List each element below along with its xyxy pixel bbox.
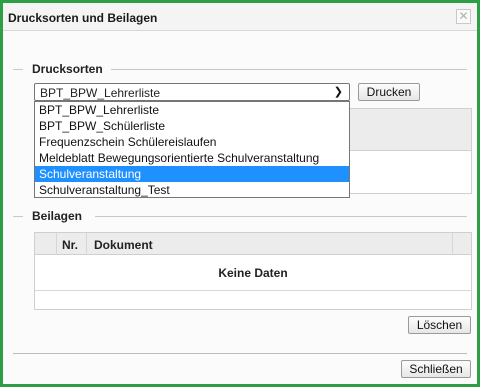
dropdown-option-highlighted[interactable]: Schulveranstaltung	[35, 166, 349, 182]
dialog-window: Drucksorten und Beilagen ✕ Drucksorten B…	[0, 0, 480, 387]
nr-column-label: Nr.	[62, 238, 79, 252]
beilagen-table-header: Nr. Dokument	[35, 233, 471, 255]
dialog-title: Drucksorten und Beilagen	[8, 11, 158, 25]
close-dialog-button[interactable]: Schließen	[401, 360, 471, 378]
dropdown-option[interactable]: Meldeblatt Bewegungsorientierte Schulver…	[35, 150, 349, 166]
close-icon[interactable]: ✕	[456, 9, 471, 24]
select-column-header	[35, 233, 57, 255]
chevron-down-icon: ❯	[333, 86, 343, 98]
empty-state-text: Keine Daten	[35, 255, 471, 291]
beilagen-legend-text: Beilagen	[32, 209, 83, 223]
beilagen-legend: Beilagen	[3, 209, 477, 223]
dokument-column-header[interactable]: Dokument	[87, 233, 453, 255]
nr-column-header[interactable]: Nr.	[57, 233, 87, 255]
drucksorten-select-value: BPT_BPW_Lehrerliste	[40, 86, 161, 100]
drucksorten-legend: Drucksorten	[3, 62, 477, 76]
dialog-titlebar: Drucksorten und Beilagen ✕	[3, 3, 477, 31]
dokument-column-label: Dokument	[94, 238, 153, 252]
delete-button[interactable]: Löschen	[408, 316, 471, 334]
beilagen-table: Nr. Dokument Keine Daten	[34, 232, 472, 310]
footer-divider	[13, 353, 467, 354]
print-button[interactable]: Drucken	[358, 83, 420, 101]
dropdown-option[interactable]: BPT_BPW_Schülerliste	[35, 118, 349, 134]
dropdown-option[interactable]: Frequenzschein Schülereislaufen	[35, 134, 349, 150]
dropdown-option[interactable]: BPT_BPW_Lehrerliste	[35, 102, 349, 118]
drucksorten-dropdown-list: BPT_BPW_Lehrerliste BPT_BPW_Schülerliste…	[34, 101, 350, 198]
drucksorten-legend-text: Drucksorten	[32, 62, 103, 76]
dropdown-option[interactable]: Schulveranstaltung_Test	[35, 182, 349, 198]
drucksorten-select[interactable]: BPT_BPW_Lehrerliste ❯	[34, 83, 350, 101]
